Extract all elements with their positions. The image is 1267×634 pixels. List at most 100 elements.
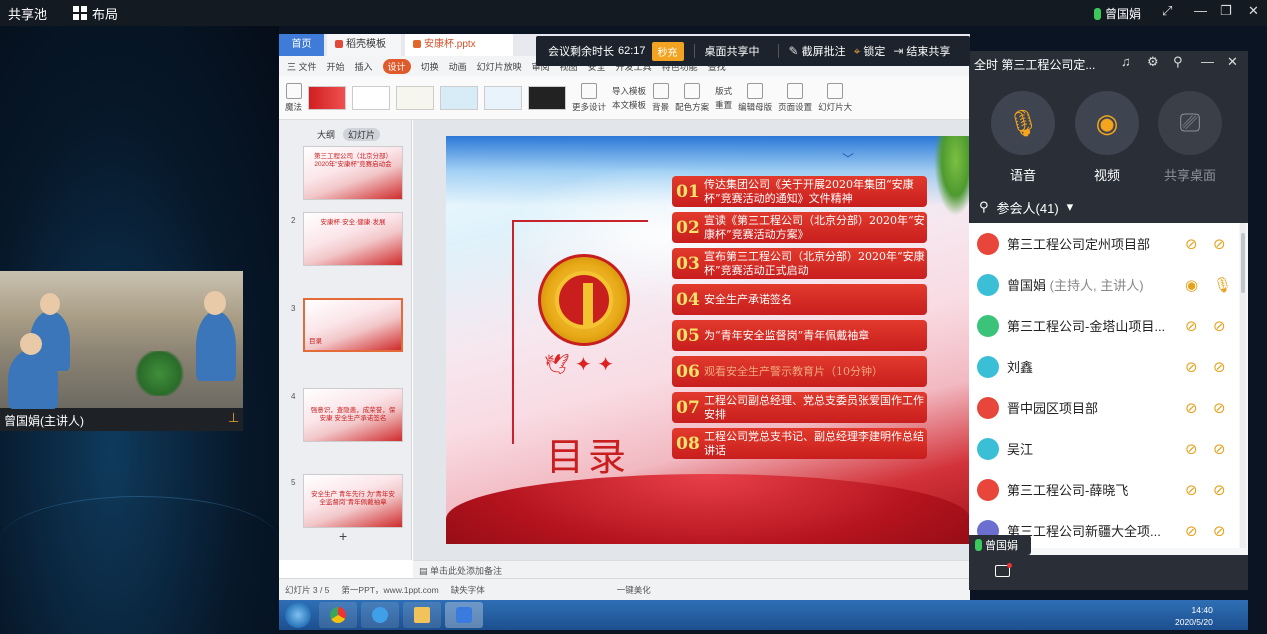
missing-font-button[interactable]: 缺失字体 — [451, 584, 485, 596]
template-thumbnail[interactable] — [484, 85, 523, 110]
pin-icon[interactable]: ⊥ — [228, 410, 239, 426]
slide-thumbnail-selected[interactable]: 目录 — [303, 298, 403, 352]
participant-scrollbar[interactable] — [1240, 223, 1246, 548]
voice-button[interactable]: 🎙︎ — [991, 91, 1055, 155]
magic-button[interactable]: 魔法 — [285, 82, 302, 113]
shared-pool-button[interactable]: 共享池 — [8, 4, 47, 23]
link-icon[interactable]: ⚲ — [1173, 54, 1183, 70]
camera-on-icon[interactable]: ◉ — [1185, 276, 1198, 294]
video-button[interactable]: ◉ — [1075, 91, 1139, 155]
tab-outline[interactable]: 大纲 — [317, 128, 335, 141]
camera-off-icon[interactable]: ⊘ — [1185, 317, 1198, 335]
tab-pptx-file[interactable]: 安康杯.pptx — [405, 34, 513, 56]
mic-off-icon[interactable]: ⊘ — [1213, 399, 1226, 417]
mic-off-icon[interactable]: ⊘ — [1213, 235, 1226, 253]
menu-file[interactable]: 三 文件 — [287, 60, 317, 73]
participant-name: 第三工程公司-薛晓飞 — [1007, 483, 1129, 498]
page-setup-button[interactable]: 页面设置 — [778, 82, 812, 113]
desktop-sharing-status: 桌面共享中 — [704, 46, 760, 58]
menu-home[interactable]: 开始 — [327, 60, 345, 73]
beautify-button[interactable]: 一键美化 — [617, 584, 651, 596]
mic-off-icon[interactable]: ⊘ — [1213, 481, 1226, 499]
chevron-down-icon[interactable]: ▾ — [1067, 199, 1074, 215]
participant-row[interactable]: 第三工程公司定州项目部 ⊘ ⊘ — [969, 223, 1239, 264]
edit-master-button[interactable]: 编辑母版 — [738, 82, 772, 113]
end-share-button[interactable]: ⇥ 结束共享 — [893, 43, 950, 59]
menu-design[interactable]: 设计 — [382, 58, 411, 74]
template-thumbnail[interactable] — [440, 85, 479, 110]
mic-off-icon[interactable]: ⊘ — [1213, 522, 1226, 540]
ie-app[interactable] — [361, 602, 399, 628]
participant-row[interactable]: 第三工程公司-金塔山项目... ⊘ ⊘ — [969, 305, 1239, 346]
minimize-icon[interactable]: — — [1194, 3, 1207, 18]
renew-button[interactable]: 秒充 — [651, 41, 684, 61]
template-thumbnail[interactable] — [352, 85, 391, 110]
video-tile[interactable]: 曾国娟(主讲人) ⊥ — [0, 271, 243, 431]
color-scheme-button[interactable]: 配色方案 — [675, 82, 709, 113]
mic-off-icon[interactable]: ⊘ — [1213, 317, 1226, 335]
mic-off-icon[interactable]: ⊘ — [1213, 358, 1226, 376]
participant-row[interactable]: 晋中园区项目部 ⊘ ⊘ — [969, 387, 1239, 428]
slide-thumbnail[interactable]: 安康杯·安全·健康·发展 — [303, 212, 403, 266]
menu-slideshow[interactable]: 幻灯片放映 — [477, 60, 522, 73]
import-template-button[interactable]: 导入模板 本文模板 — [612, 85, 646, 111]
menu-transition[interactable]: 切换 — [421, 60, 439, 73]
mic-on-icon[interactable]: 🎙︎ — [1213, 276, 1232, 294]
layout-grid-icon — [73, 6, 88, 20]
lock-button[interactable]: ⌖ 锁定 — [854, 43, 886, 59]
camera-off-icon[interactable]: ⊘ — [1185, 358, 1198, 376]
tab-slides[interactable]: 幻灯片 — [343, 128, 381, 141]
share-desktop-button[interactable]: ⎚ — [1158, 91, 1222, 155]
camera-off-icon[interactable]: ⊘ — [1185, 522, 1198, 540]
slide-thumbnail[interactable]: 强意识，查隐患，成荣誉，保安康 安全生产承诺签名 — [303, 388, 403, 442]
agenda-item: 04 安全生产承诺签名 — [672, 284, 927, 315]
slide-size-button[interactable]: 幻灯片大 — [818, 82, 852, 113]
tab-home[interactable]: 首页 — [279, 34, 324, 56]
camera-off-icon[interactable]: ⊘ — [1185, 399, 1198, 417]
agenda-text: 观看安全生产警示教育片（10分钟） — [704, 364, 883, 378]
current-slide[interactable]: ﹀ 🕊︎ ✦ ✦ 目录 01 传达集团公司《关于开展2020年集团“安康杯”竞赛活… — [446, 136, 970, 544]
background-button[interactable]: 背景 — [652, 82, 669, 113]
headset-icon[interactable]: ♫ — [1121, 54, 1131, 69]
participant-row[interactable]: 曾国娟 (主持人, 主讲人) ◉ 🎙︎ — [969, 264, 1239, 305]
restore-icon[interactable]: ❐ — [1220, 3, 1232, 19]
explorer-app[interactable] — [403, 602, 441, 628]
notes-field[interactable]: ▤ 单击此处添加备注 — [413, 560, 970, 578]
participant-row[interactable]: 刘鑫 ⊘ ⊘ — [969, 346, 1239, 387]
layout-button[interactable]: 布局 — [73, 4, 118, 23]
menu-animation[interactable]: 动画 — [449, 60, 467, 73]
chrome-app[interactable] — [319, 602, 357, 628]
layout-reset-button[interactable]: 版式 重置 — [715, 85, 732, 111]
start-button[interactable] — [285, 602, 311, 628]
search-icon[interactable]: ⚲ — [979, 199, 989, 215]
expand-icon[interactable]: ⤢ — [1162, 3, 1172, 19]
participants-header[interactable]: ⚲ 参会人(41) ▾ — [969, 191, 1248, 223]
menu-insert[interactable]: 插入 — [355, 60, 373, 73]
add-slide-button[interactable]: + — [339, 528, 347, 544]
slide-thumbnail[interactable]: 安全生产 青年先行 为“青年安全监督岗”青年佩戴袖章 — [303, 474, 403, 528]
annotate-button[interactable]: ✎ 截屏批注 — [789, 43, 846, 59]
close-icon[interactable]: ✕ — [1248, 3, 1259, 19]
grid-icon — [581, 82, 598, 99]
agenda-item: 03 宣布第三工程公司（北京分部）2020年“安康杯”竞赛活动正式启动 — [672, 248, 927, 279]
wps-app[interactable] — [445, 602, 483, 628]
template-thumbnail[interactable] — [528, 85, 567, 110]
close-icon[interactable]: ✕ — [1227, 54, 1238, 70]
participant-row[interactable]: 第三工程公司-薛晓飞 ⊘ ⊘ — [969, 469, 1239, 510]
camera-off-icon[interactable]: ⊘ — [1185, 440, 1198, 458]
camera-off-icon[interactable]: ⊘ — [1185, 481, 1198, 499]
participant-row[interactable]: 吴江 ⊘ ⊘ — [969, 428, 1239, 469]
more-design-button[interactable]: 更多设计 — [572, 82, 606, 113]
slide-thumbnail[interactable]: 第三工程公司（北京分部）2020年“安康杯”竞赛启动会 — [303, 146, 403, 200]
mic-off-icon[interactable]: ⊘ — [1213, 440, 1226, 458]
minimize-icon[interactable]: — — [1201, 54, 1214, 69]
system-clock[interactable]: 14:40 2020/5/20 — [1175, 604, 1213, 628]
template-thumbnail[interactable] — [308, 85, 347, 110]
settings-icon[interactable]: ⚙ — [1147, 54, 1159, 70]
camera-off-icon[interactable]: ⊘ — [1185, 235, 1198, 253]
scrollbar-thumb[interactable] — [1241, 233, 1245, 293]
exit-icon: ⇥ — [893, 44, 904, 58]
template-thumbnail[interactable] — [396, 85, 435, 110]
tab-docer-templates[interactable]: 稻壳模板 — [327, 34, 401, 56]
status-bar: 幻灯片 3 / 5 第一PPT，www.1ppt.com 缺失字体 一键美化 — [279, 578, 970, 600]
